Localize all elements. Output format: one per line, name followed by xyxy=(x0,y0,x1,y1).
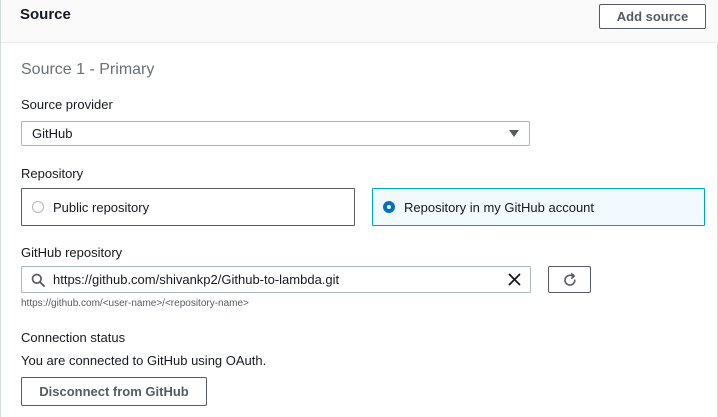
repository-url-hint: https://github.com/<user-name>/<reposito… xyxy=(21,298,249,309)
repository-label: Repository xyxy=(21,166,84,181)
source-provider-label: Source provider xyxy=(21,97,113,112)
search-icon xyxy=(31,273,45,287)
section-subtitle: Source 1 - Primary xyxy=(21,61,155,78)
connection-status-label: Connection status xyxy=(21,330,126,345)
public-repository-label: Public repository xyxy=(53,200,150,215)
my-github-repository-option[interactable]: Repository in my GitHub account xyxy=(372,188,705,226)
my-github-repository-label: Repository in my GitHub account xyxy=(404,200,595,215)
github-repository-input[interactable]: https://github.com/shivankp2/Github-to-l… xyxy=(21,266,531,293)
chevron-down-icon xyxy=(509,130,519,137)
radio-unselected-icon[interactable] xyxy=(32,201,44,213)
github-repository-value: https://github.com/shivankp2/Github-to-l… xyxy=(53,272,340,287)
github-repository-label: GitHub repository xyxy=(21,245,123,260)
disconnect-github-button[interactable]: Disconnect from GitHub xyxy=(21,377,207,406)
source-provider-select[interactable]: GitHub xyxy=(21,121,530,146)
panel-title: Source xyxy=(20,6,71,23)
refresh-button[interactable] xyxy=(548,266,591,293)
source-provider-value: GitHub xyxy=(32,126,73,141)
radio-selected-icon[interactable] xyxy=(383,201,395,213)
public-repository-option[interactable]: Public repository xyxy=(21,188,355,226)
panel-header: Source Add source xyxy=(1,0,718,43)
source-panel: Source Add source Source 1 - Primary Sou… xyxy=(0,0,718,417)
refresh-icon xyxy=(564,273,576,286)
clear-icon[interactable] xyxy=(508,273,521,286)
connection-status-text: You are connected to GitHub using OAuth. xyxy=(21,353,267,368)
add-source-button[interactable]: Add source xyxy=(599,4,706,29)
